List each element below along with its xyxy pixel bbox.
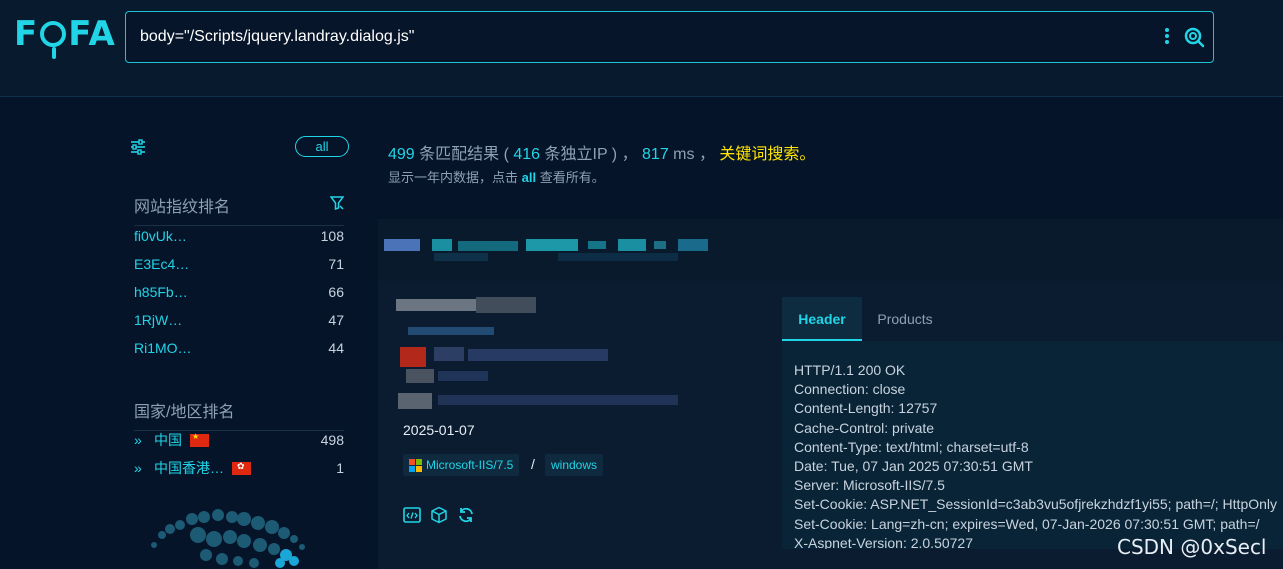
match-count: 499 — [388, 146, 415, 163]
fingerprint-name[interactable]: fi0vUk… — [134, 228, 187, 244]
expand-chevron-icon[interactable]: » — [134, 460, 154, 476]
fingerprint-item[interactable]: E3Ec4… 71 — [134, 254, 344, 274]
fingerprint-name[interactable]: Ri1MO… — [134, 340, 192, 356]
result-summary: 499 条匹配结果 ( 416 条独立IP ) ， 817 ms ， 关键词搜索… — [388, 140, 815, 164]
fingerprint-count: 66 — [328, 284, 344, 300]
world-map[interactable] — [134, 505, 344, 569]
fingerprint-name[interactable]: 1RjW… — [134, 312, 182, 328]
csdn-watermark: CSDN @0xSecl — [1117, 535, 1267, 559]
note-suffix: 查看所有。 — [536, 170, 605, 185]
result-title-bar — [378, 219, 1283, 281]
microsoft-logo-icon — [409, 458, 422, 472]
header-line: Cache-Control: private — [794, 419, 935, 436]
china-flag-icon — [190, 432, 209, 447]
fingerprint-name[interactable]: E3Ec4… — [134, 256, 189, 272]
os-tag[interactable]: windows — [545, 454, 604, 476]
country-ranking-title: 国家/地区排名 — [134, 398, 344, 431]
header-line: Set-Cookie: ASP.NET_SessionId=c3ab3vu5of… — [794, 496, 1278, 513]
fingerprint-count: 44 — [328, 340, 344, 356]
logo-magnifier-icon — [40, 21, 67, 59]
refresh-icon[interactable] — [457, 506, 475, 524]
result-date: 2025-01-07 — [403, 422, 475, 438]
view-all-link[interactable]: all — [522, 170, 536, 185]
http-header-text: HTTP/1.1 200 OK Connection: close Conten… — [794, 361, 1277, 549]
header-line: Set-Cookie: Lang=zh-cn; expires=Wed, 07-… — [794, 515, 1260, 532]
fingerprint-item[interactable]: 1RjW… 47 — [134, 310, 344, 330]
logo-letter-f: F — [14, 14, 39, 54]
redacted-title — [384, 239, 708, 261]
unique-ip-count: 416 — [513, 146, 541, 163]
server-tag-label: Microsoft-IIS/7.5 — [426, 458, 514, 472]
search-icon[interactable] — [1183, 26, 1205, 48]
http-header-panel[interactable]: HTTP/1.1 200 OK Connection: close Conten… — [782, 341, 1283, 549]
fofa-logo[interactable]: F FA — [14, 14, 116, 59]
expand-chevron-icon[interactable]: » — [134, 432, 154, 448]
header-line: Content-Type: text/html; charset=utf-8 — [794, 438, 1029, 455]
search-input[interactable] — [140, 12, 1130, 62]
header-line: Date: Tue, 07 Jan 2025 07:30:51 GMT — [794, 458, 1033, 475]
server-tag[interactable]: Microsoft-IIS/7.5 — [403, 454, 520, 476]
top-bar: F FA — [0, 0, 1283, 97]
country-name[interactable]: 中国香港… — [154, 458, 224, 478]
source-code-icon[interactable] — [403, 506, 421, 524]
header-line: Content-Length: 12757 — [794, 400, 938, 417]
logo-letters-fa: FA — [68, 14, 116, 54]
query-time-label: ms ， — [668, 146, 720, 163]
fingerprint-item[interactable]: Ri1MO… 44 — [134, 338, 344, 358]
country-count: 498 — [320, 432, 344, 448]
cube-icon[interactable] — [430, 506, 448, 524]
country-item[interactable]: » 中国香港… 1 — [134, 458, 344, 478]
match-label: 条匹配结果 ( — [414, 146, 514, 163]
fingerprint-count: 71 — [328, 256, 344, 272]
tab-header[interactable]: Header — [782, 297, 862, 341]
fingerprint-count: 108 — [320, 228, 344, 244]
tag-separator: / — [531, 456, 535, 472]
filter-settings-icon[interactable] — [130, 139, 146, 155]
header-line: Connection: close — [794, 381, 906, 398]
unique-ip-label: 条独立IP ) ， — [540, 146, 643, 163]
country-count: 1 — [336, 460, 344, 476]
hong-kong-flag-icon — [232, 461, 251, 475]
country-item[interactable]: » 中国 498 — [134, 430, 344, 450]
keyword-search-link[interactable]: 关键词搜索。 — [719, 146, 815, 163]
header-line: Server: Microsoft-IIS/7.5 — [794, 477, 945, 494]
time-range-note: 显示一年内数据，点击 all 查看所有。 — [388, 167, 605, 186]
fingerprint-item[interactable]: fi0vUk… 108 — [134, 226, 344, 246]
tab-products[interactable]: Products — [864, 297, 946, 341]
fingerprint-name[interactable]: h85Fb… — [134, 284, 188, 300]
detail-tabs: Header Products — [782, 297, 1283, 341]
fingerprint-count: 47 — [328, 312, 344, 328]
note-prefix: 显示一年内数据，点击 — [388, 170, 522, 185]
country-name[interactable]: 中国 — [154, 430, 182, 450]
query-time: 817 — [642, 146, 669, 163]
os-tag-label: windows — [551, 458, 598, 472]
funnel-filter-icon[interactable] — [330, 196, 344, 210]
header-line: HTTP/1.1 200 OK — [794, 362, 906, 378]
redacted-host-info — [396, 297, 678, 409]
fingerprint-ranking-title: 网站指纹排名 — [134, 193, 344, 226]
search-box — [125, 11, 1214, 63]
all-filter-button[interactable]: all — [295, 136, 349, 157]
more-options-icon[interactable] — [1162, 26, 1172, 48]
fingerprint-item[interactable]: h85Fb… 66 — [134, 282, 344, 302]
